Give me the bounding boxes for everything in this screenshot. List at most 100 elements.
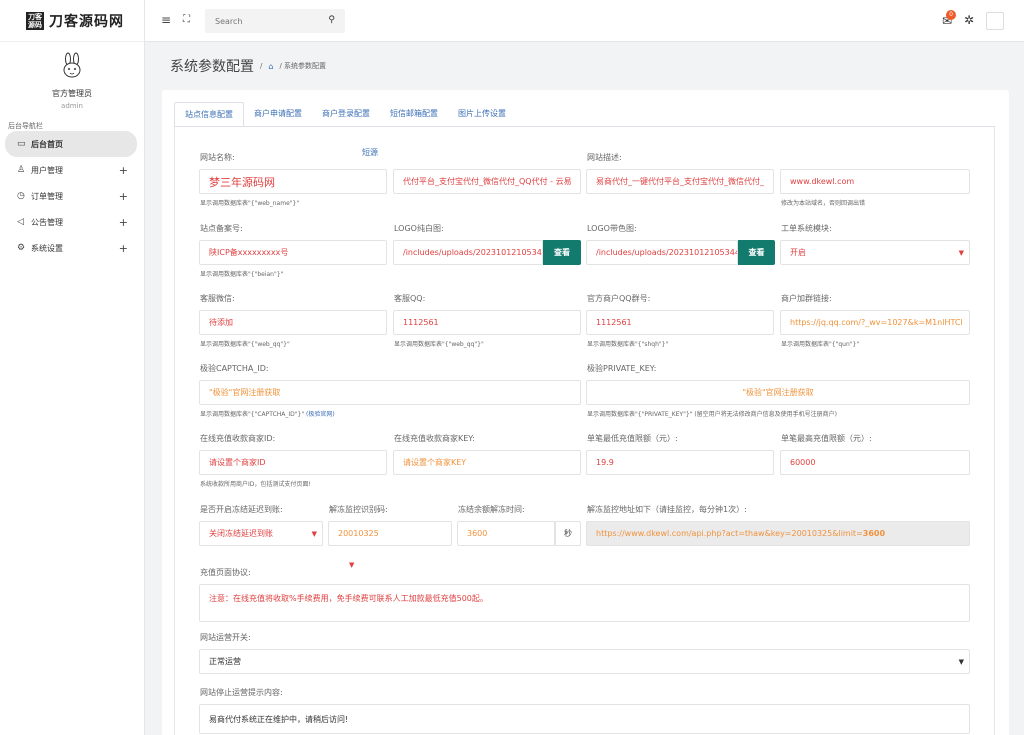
site-domain-input[interactable]: www.dkewl.com bbox=[780, 169, 970, 194]
gear-icon: ⚙ bbox=[17, 243, 26, 253]
ticket-label: 工单系统模块: bbox=[781, 224, 832, 233]
fullscreen-icon[interactable]: ⛶ bbox=[183, 14, 190, 25]
profile: 官方管理员 admin bbox=[0, 42, 144, 117]
settings-gear-icon[interactable]: ✲ bbox=[964, 13, 974, 27]
sidebar-item-label: 订单管理 bbox=[31, 191, 63, 201]
sidebar-item-settings[interactable]: ⚙ 系统设置 + bbox=[5, 235, 137, 261]
tab-image-upload[interactable]: 图片上传设置 bbox=[448, 102, 516, 127]
seconds-suffix: 秒 bbox=[555, 521, 581, 546]
merchant-id-input[interactable]: 请设置个商家ID bbox=[199, 450, 387, 475]
logo[interactable]: 刀客 源码 刀客源码网 bbox=[0, 0, 144, 42]
chevron-down-icon: ▼ bbox=[349, 561, 355, 569]
qq-group-hint: 显示调用数据库表"{"shqh"}" bbox=[587, 341, 669, 348]
menu-icon[interactable]: ≡ bbox=[161, 13, 171, 27]
wechat-label: 客服微信: bbox=[200, 294, 235, 303]
site-switch-label: 网站运营开关: bbox=[200, 633, 251, 642]
page-title: 系统参数配置 bbox=[170, 59, 254, 75]
max-recharge-input[interactable]: 60000 bbox=[780, 450, 970, 475]
icp-input[interactable]: 陕ICP备xxxxxxxxx号 bbox=[199, 240, 387, 265]
merchant-id-label: 在线充值收款商家ID: bbox=[200, 434, 276, 443]
logo-white-input[interactable]: /includes/uploads/202310121053407 bbox=[393, 240, 543, 265]
breadcrumb-separator: / bbox=[260, 62, 263, 70]
site-switch-value: 正常运营 bbox=[209, 657, 241, 666]
plus-icon[interactable]: + bbox=[119, 190, 128, 203]
private-key-hint: 显示调用数据库表"{"PRIVATE_KEY"}" (留空用户将无法修改商户信息… bbox=[587, 411, 838, 418]
form-panel: 网站名称: 短源 梦三年源码网 显示调用数据库表"{"web_name"}" 代… bbox=[174, 127, 995, 735]
merchant-key-label: 在线充值收款商家KEY: bbox=[394, 434, 475, 443]
site-name-hint: 显示调用数据库表"{"web_name"}" bbox=[200, 200, 300, 207]
min-recharge-input[interactable]: 19.9 bbox=[586, 450, 774, 475]
site-desc-input[interactable]: 易商代付_一键代付平台_支付宝代付_微信代付_ bbox=[586, 169, 774, 194]
home-icon[interactable]: ⌂ bbox=[268, 62, 273, 71]
maintenance-text: 易商代付系统正在维护中，请稍后访问! bbox=[209, 714, 349, 724]
site-name-input[interactable]: 梦三年源码网 bbox=[199, 169, 387, 194]
topbar: ≡ ⛶ ⚲ ✉ 0 ✲ bbox=[145, 0, 1024, 42]
qq-hint: 显示调用数据库表"{"web_qq"}" bbox=[394, 341, 484, 348]
monitor-url-limit: 3600 bbox=[862, 529, 886, 538]
private-key-input[interactable]: "极验"官网注册获取 bbox=[586, 380, 970, 405]
qq-input[interactable]: 1112561 bbox=[393, 310, 581, 335]
plus-icon[interactable]: + bbox=[119, 164, 128, 177]
search-icon[interactable]: ⚲ bbox=[328, 15, 335, 25]
monitor-icon: ▭ bbox=[17, 139, 26, 149]
sidebar: 刀客 源码 刀客源码网 官方管理员 admin 后台导航栏 ▭ 后台首页 ♙ 用户… bbox=[0, 0, 145, 735]
maintenance-textarea[interactable]: 易商代付系统正在维护中，请稍后访问! bbox=[199, 704, 970, 734]
user-icon: ♙ bbox=[17, 165, 26, 175]
topbar-avatar[interactable] bbox=[986, 12, 1004, 30]
breadcrumb: / 系统参数配置 bbox=[279, 62, 327, 70]
mail-badge: 0 bbox=[946, 10, 956, 20]
qq-label: 客服QQ: bbox=[394, 294, 426, 303]
search-input[interactable] bbox=[205, 9, 315, 33]
site-keywords-input[interactable]: 代付平台_支付宝代付_微信代付_QQ代付 - 云易 bbox=[393, 169, 581, 194]
recharge-agreement-text: 注意：在线充值将收取%手续费用，免手续费可联系人工加款最低充值500起。 bbox=[209, 594, 488, 603]
merchant-id-hint: 系统收款所用商户ID，包括测试支付页面! bbox=[200, 481, 311, 488]
max-recharge-label: 单笔最高充值限额（元）: bbox=[781, 434, 872, 443]
icp-label: 站点备案号: bbox=[200, 224, 243, 233]
monitor-url-label: 解冻监控地址如下（请挂监控，每分钟1次）: bbox=[587, 505, 747, 514]
tab-site-info[interactable]: 站点信息配置 bbox=[174, 102, 244, 127]
plus-icon[interactable]: + bbox=[119, 216, 128, 229]
site-desc-label: 网站描述: bbox=[587, 153, 622, 162]
tab-merchant-apply[interactable]: 商户申请配置 bbox=[244, 102, 312, 127]
sidebar-item-users[interactable]: ♙ 用户管理 + bbox=[5, 157, 137, 183]
site-domain-hint: 修改为本站域名，否则回调出错 bbox=[781, 200, 866, 207]
plus-icon[interactable]: + bbox=[119, 242, 128, 255]
search-box: ⚲ bbox=[205, 9, 345, 33]
monitor-url-value: https://www.dkewl.com/api.php?act=thaw&k… bbox=[596, 529, 863, 538]
sidebar-item-dashboard[interactable]: ▭ 后台首页 bbox=[5, 131, 137, 157]
monitor-url-input[interactable]: https://www.dkewl.com/api.php?act=thaw&k… bbox=[586, 521, 970, 546]
tab-merchant-login[interactable]: 商户登录配置 bbox=[312, 102, 380, 127]
sidebar-item-notices[interactable]: ◁ 公告管理 + bbox=[5, 209, 137, 235]
wechat-input[interactable]: 待添加 bbox=[199, 310, 387, 335]
recharge-agreement-textarea[interactable]: 注意：在线充值将收取%手续费用，免手续费可联系人工加款最低充值500起。 bbox=[199, 584, 970, 622]
captcha-id-input[interactable]: "极验"官网注册获取 bbox=[199, 380, 581, 405]
group-link-input[interactable]: https://jq.qq.com/?_wv=1027&k=M1nlHTCl bbox=[780, 310, 970, 335]
sidebar-item-label: 后台首页 bbox=[31, 139, 63, 149]
site-name-extra[interactable]: 短源 bbox=[362, 147, 378, 158]
logo-text: 刀客源码网 bbox=[49, 13, 124, 30]
qq-group-input[interactable]: 1112561 bbox=[586, 310, 774, 335]
ticket-select[interactable]: 开启 ▼ bbox=[780, 240, 970, 265]
unfreeze-time-label: 冻结余额解冻时间: bbox=[458, 505, 525, 514]
unfreeze-code-input[interactable]: 20010325 bbox=[328, 521, 452, 546]
site-name-label: 网站名称: bbox=[200, 153, 235, 162]
merchant-key-input[interactable]: 请设置个商家KEY bbox=[393, 450, 581, 475]
sidebar-item-orders[interactable]: ◷ 订单管理 + bbox=[5, 183, 137, 209]
group-link-hint: 显示调用数据库表"{"qun"}" bbox=[781, 341, 860, 348]
site-switch-select[interactable]: 正常运营 ▼ bbox=[199, 649, 970, 674]
recharge-agreement-label: 充值页面协议: bbox=[200, 568, 251, 577]
profile-name: 官方管理员 bbox=[52, 89, 92, 98]
captcha-official-link[interactable]: (极验官网) bbox=[306, 411, 335, 418]
captcha-id-label: 极验CAPTCHA_ID: bbox=[200, 364, 269, 373]
nav-title: 后台导航栏 bbox=[8, 122, 43, 130]
avatar[interactable] bbox=[57, 52, 87, 82]
logo-mark: 刀客 源码 bbox=[26, 11, 44, 30]
tab-sms-email[interactable]: 短信邮箱配置 bbox=[380, 102, 448, 127]
freeze-select[interactable]: 关闭冻结延迟到账 ▼ bbox=[199, 521, 323, 546]
logo-color-input[interactable]: /includes/uploads/202310121053448 bbox=[586, 240, 738, 265]
unfreeze-time-input[interactable]: 3600 bbox=[457, 521, 555, 546]
profile-role: admin bbox=[61, 102, 83, 110]
logo-color-view-button[interactable]: 查看 bbox=[738, 240, 775, 265]
logo-white-view-button[interactable]: 查看 bbox=[543, 240, 581, 265]
chevron-down-icon: ▼ bbox=[311, 529, 317, 538]
